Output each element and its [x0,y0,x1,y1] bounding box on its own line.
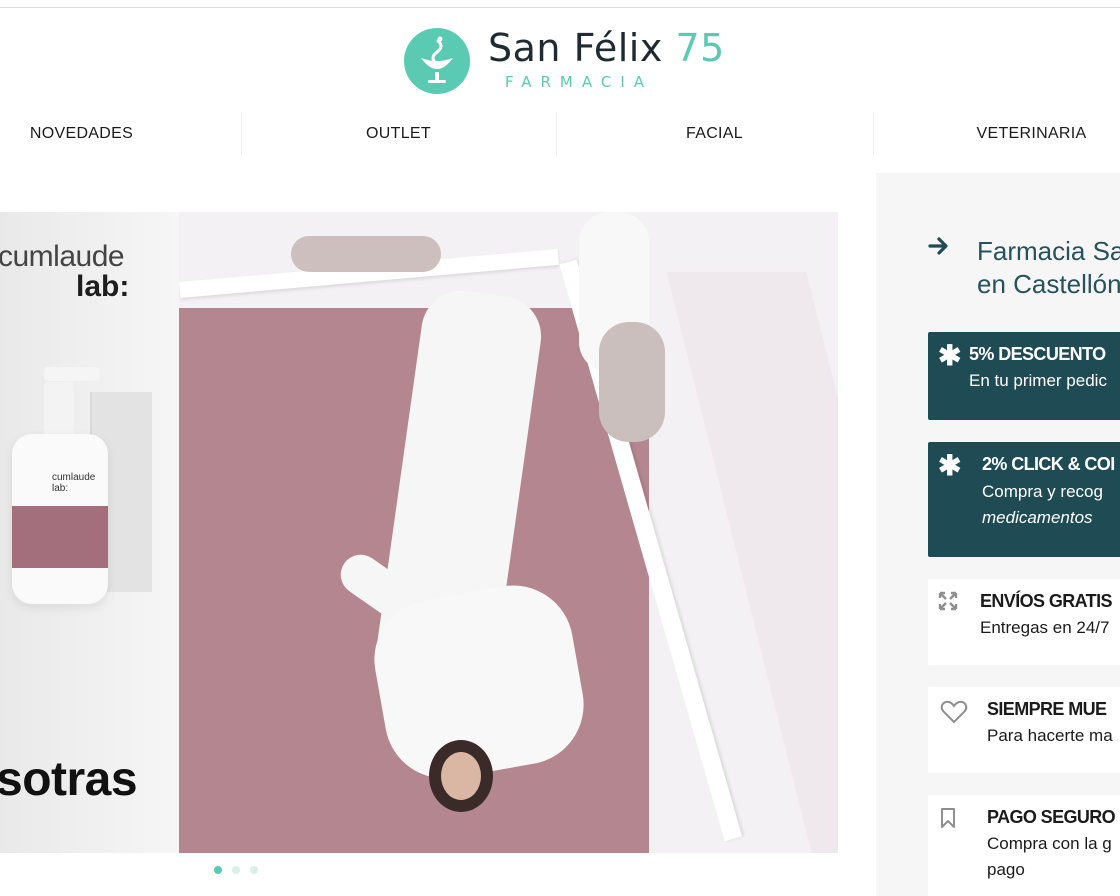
logo-text: San Félix 75 [488,26,725,70]
product-bottle-image: cumlaude lab: [12,434,108,604]
photo-face [441,752,481,800]
photo-shoe [291,236,441,272]
bookmark-icon [941,808,955,828]
hero-photo [179,212,838,853]
nav-item-veterinaria[interactable]: VETERINARIA [873,112,1120,156]
benefit-desc: En tu primer pedic [969,371,1107,390]
benefit-title: ENVÍOS GRATIS [980,591,1112,611]
benefit-title: 5% DESCUENTO [969,344,1106,364]
benefit-title: PAGO SEGURO [987,807,1116,827]
expand-arrows-icon [938,591,958,611]
carousel-dot-3[interactable] [250,866,258,874]
benefit-title: SIEMPRE MUE [987,699,1107,719]
main-nav: NOVEDADES OUTLET FACIAL VETERINARIA [0,112,1120,156]
top-divider [0,7,1120,8]
heart-icon [940,700,968,724]
photo-wall [666,272,838,853]
benefit-desc: Para hacerte ma [987,726,1113,745]
nav-item-facial[interactable]: FACIAL [556,112,873,156]
bottle-brand: cumlaude lab: [52,472,96,494]
carousel-dot-2[interactable] [232,866,240,874]
benefits-title: Farmacia Sa en Castellón [977,236,1120,299]
nav-item-novedades[interactable]: NOVEDADES [0,112,163,156]
benefit-desc-2: medicamentos [982,508,1093,527]
benefit-desc: Entregas en 24/7 [980,618,1110,637]
carousel-dot-1[interactable] [214,866,222,874]
benefit-card-discount[interactable]: ✱ 5% DESCUENTO En tu primer pedic [928,332,1120,420]
hero-headline: sotras [0,753,138,806]
benefit-card-click-collect[interactable]: ✱ 2% CLICK & COI Compra y recog medicame… [928,442,1120,557]
asterisk-icon: ✱ [938,450,962,481]
hero-brand-suffix: lab: [76,270,130,303]
hero-product-panel: cumlaude lab: cumlaude lab: sotras [0,212,179,853]
benefit-card-care[interactable]: SIEMPRE MUE Para hacerte ma [928,687,1120,773]
nav-item-outlet[interactable]: OUTLET [241,112,556,156]
bottle-pump [44,367,100,381]
benefit-desc-2: pago [987,860,1025,879]
photo-shoe [599,322,665,442]
hero-brand-text: cumlaude [0,240,125,273]
arrow-right-icon [928,237,948,255]
benefit-desc: Compra y recog [982,482,1103,501]
benefits-panel: Farmacia Sa en Castellón ✱ 5% DESCUENTO … [876,173,1120,896]
hero-banner[interactable]: cumlaude lab: cumlaude lab: sotras [0,212,838,853]
bottle-neck [44,382,74,438]
benefit-card-shipping[interactable]: ENVÍOS GRATIS Entregas en 24/7 [928,579,1120,665]
logo-subtitle: FARMACIA [505,73,654,91]
benefit-title: 2% CLICK & COI [982,454,1115,474]
benefit-desc: Compra con la g [987,834,1112,853]
asterisk-icon: ✱ [938,340,962,371]
benefit-card-payment[interactable]: PAGO SEGURO Compra con la g pago [928,795,1120,896]
pharmacy-cup-icon [404,28,470,94]
bottle-label [12,506,108,568]
site-logo[interactable]: San Félix 75 FARMACIA [404,26,725,98]
